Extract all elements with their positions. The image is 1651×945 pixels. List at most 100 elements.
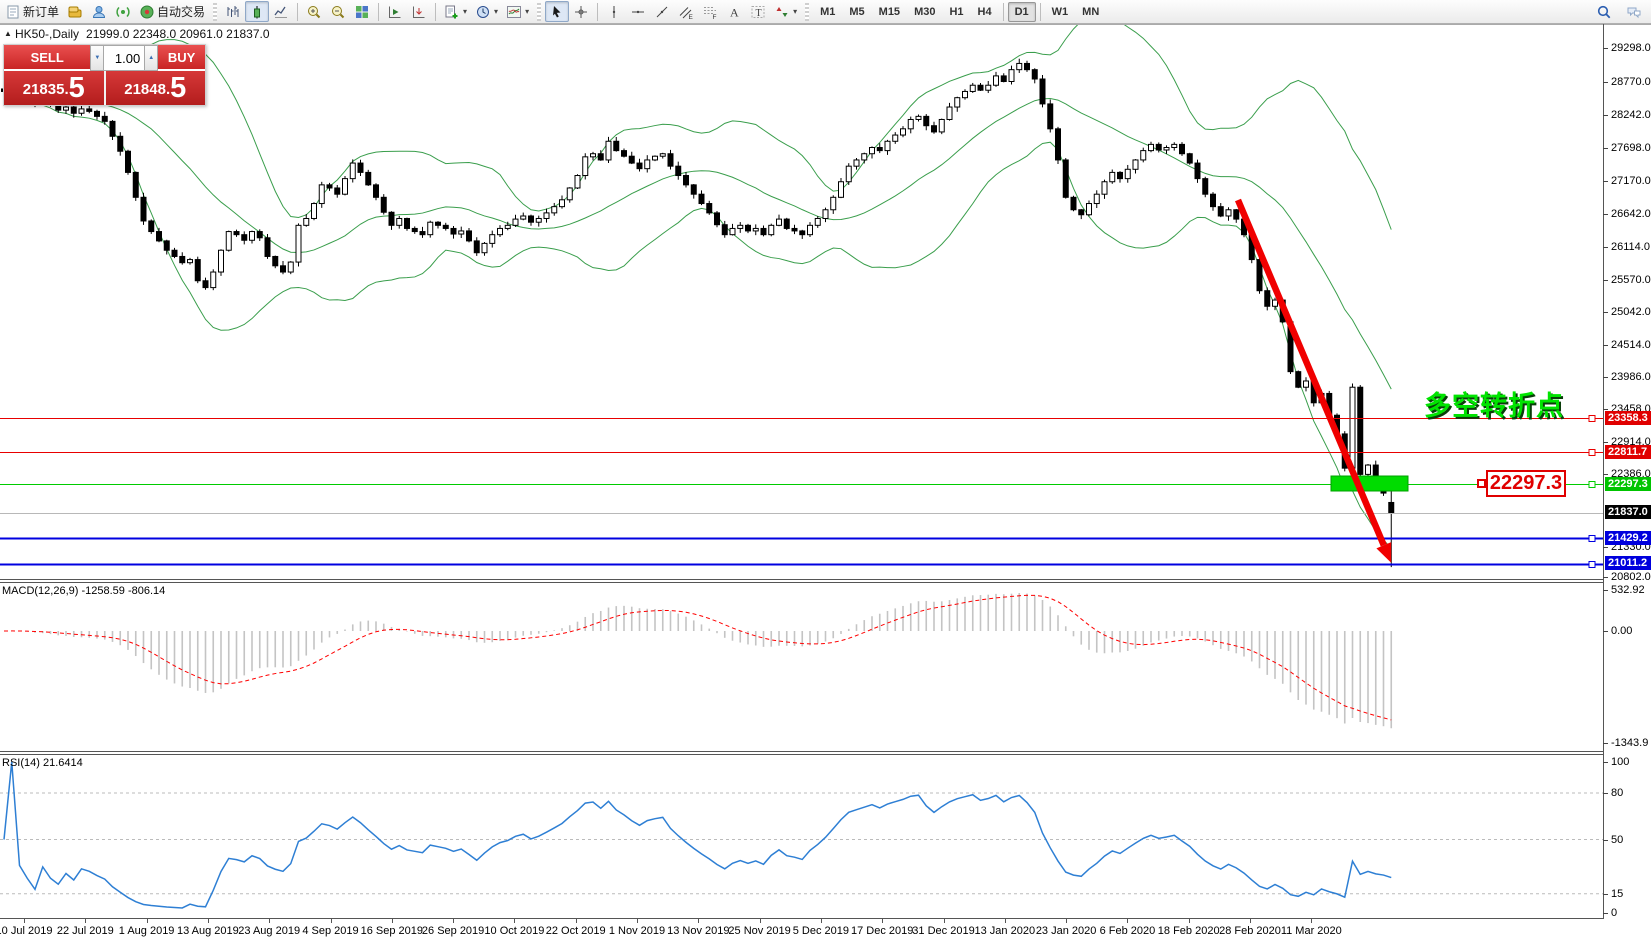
panel-collapse-icon[interactable]: ▲ [4, 29, 12, 38]
date-axis-label: 25 Nov 2019 [728, 925, 790, 937]
svg-text:T: T [756, 8, 762, 19]
equidistant-channel-button[interactable]: E [674, 1, 698, 22]
crosshair-icon [573, 4, 589, 20]
axis-tick-mark [1603, 115, 1608, 116]
timeframe-m15-button[interactable]: M15 [872, 2, 907, 22]
timeframe-w1-button[interactable]: W1 [1045, 2, 1076, 22]
pane-borders [0, 24, 1651, 919]
price-callout-label[interactable]: 22297.3 [1486, 470, 1566, 497]
auto-scroll-button[interactable] [383, 1, 407, 22]
chat-button[interactable] [1622, 1, 1646, 22]
dropdown-arrow-icon[interactable]: ▾ [793, 7, 797, 16]
horizontal-line-button[interactable] [626, 1, 650, 22]
tile-windows-button[interactable] [350, 1, 374, 22]
periods-button[interactable]: ▾ [471, 1, 502, 22]
price-axis-tick: 24514.0 [1611, 339, 1651, 351]
date-axis-tick-mark [1189, 919, 1190, 923]
chat-icon [1626, 4, 1642, 20]
timeframe-m1-button[interactable]: M1 [813, 2, 842, 22]
community-button[interactable] [87, 1, 111, 22]
chart-area[interactable] [0, 0, 1651, 945]
auto-trading-button[interactable]: 自动交易 [135, 1, 209, 22]
price-axis-tick: 28770.0 [1611, 76, 1651, 88]
price-axis-tick: 27698.0 [1611, 142, 1651, 154]
price-axis-tick: 28242.0 [1611, 109, 1651, 121]
timeframe-h4-button[interactable]: H4 [971, 2, 999, 22]
zoom-in-button[interactable] [302, 1, 326, 22]
arrows-button[interactable]: ▾ [770, 1, 801, 22]
dropdown-arrow-icon[interactable]: ▾ [525, 7, 529, 16]
wallet-icon-button[interactable] [63, 1, 87, 22]
trendline-button[interactable] [650, 1, 674, 22]
macd-axis-tick: -1343.9 [1611, 737, 1648, 749]
fibonacci-button[interactable]: F [698, 1, 722, 22]
price-axis-tick: 23986.0 [1611, 371, 1651, 383]
timeframe-m5-button[interactable]: M5 [842, 2, 871, 22]
text-button[interactable]: A [722, 1, 746, 22]
svg-text:E: E [689, 14, 694, 20]
toolbar-grip [537, 3, 541, 21]
date-axis-label: 17 Dec 2019 [851, 925, 913, 937]
price-axis-badge: 21429.2 [1605, 531, 1651, 545]
new-order-button[interactable]: 新订单 [1, 1, 63, 22]
axis-tick-mark [1603, 840, 1608, 841]
date-axis-label: 1 Nov 2019 [609, 925, 665, 937]
candlestick-chart-button[interactable] [245, 1, 269, 22]
date-axis-label: 16 Sep 2019 [361, 925, 423, 937]
toolbar-separator [378, 3, 379, 21]
vertical-line-button[interactable] [602, 1, 626, 22]
axis-tick-mark [1603, 913, 1608, 914]
dropdown-arrow-icon[interactable]: ▾ [463, 7, 467, 16]
volume-decrease-button[interactable]: ▼ [90, 45, 104, 71]
buy-button[interactable]: BUY [158, 45, 205, 71]
axis-tick-mark [1603, 280, 1608, 281]
date-axis-label: 13 Jan 2020 [975, 925, 1036, 937]
bar-chart-button[interactable] [221, 1, 245, 22]
zoomin-icon [306, 4, 322, 20]
toolbar-grip [213, 3, 217, 21]
timeframe-h1-button[interactable]: H1 [942, 2, 970, 22]
axis-tick-mark [1603, 82, 1608, 83]
timeframe-d1-button[interactable]: D1 [1008, 2, 1036, 22]
sell-price-display[interactable]: 21835.5 [4, 71, 104, 105]
signals-button[interactable] [111, 1, 135, 22]
date-axis-tick-mark [944, 919, 945, 923]
templates-button[interactable]: ▾ [502, 1, 533, 22]
line-chart-button[interactable] [269, 1, 293, 22]
sell-button[interactable]: SELL [4, 45, 90, 71]
textA-icon: A [726, 4, 742, 20]
date-axis-label: 10 Jul 2019 [0, 925, 52, 937]
dropdown-arrow-icon[interactable]: ▾ [494, 7, 498, 16]
callout-anchor-square[interactable] [1477, 479, 1486, 488]
crosshair-button[interactable] [569, 1, 593, 22]
new-chart-button[interactable]: ▾ [440, 1, 471, 22]
search-button[interactable] [1592, 1, 1616, 22]
axis-tick-mark [1603, 312, 1608, 313]
cursor-icon [549, 4, 565, 20]
rsi-axis-tick: 50 [1611, 834, 1623, 846]
date-axis[interactable]: 10 Jul 201922 Jul 20191 Aug 201913 Aug 2… [0, 919, 1603, 945]
text-label-button[interactable]: T [746, 1, 770, 22]
chart-symbol-header: HK50-,Daily21999.0 22348.0 20961.0 21837… [15, 27, 270, 41]
axis-tick-mark [1603, 48, 1608, 49]
date-axis-tick-mark [269, 919, 270, 923]
toolbar-separator [597, 3, 598, 21]
turning-point-annotation[interactable]: 多空转折点 [1424, 384, 1564, 423]
volume-input[interactable]: 1.00 [104, 45, 144, 71]
buy-price-display[interactable]: 21848.5 [106, 71, 206, 105]
axis-tick-mark [1603, 214, 1608, 215]
toolbar-separator [435, 3, 436, 21]
arrows-icon [774, 4, 790, 20]
barchart-icon [225, 4, 241, 20]
axis-tick-mark [1603, 547, 1608, 548]
cursor-button[interactable] [545, 1, 569, 22]
rsi-axis-tick: 100 [1611, 756, 1629, 768]
timeframe-mn-button[interactable]: MN [1075, 2, 1106, 22]
zoom-out-button[interactable] [326, 1, 350, 22]
autotrade-icon [139, 4, 155, 20]
chart-shift-button[interactable] [407, 1, 431, 22]
timeframe-m30-button[interactable]: M30 [907, 2, 942, 22]
rsi-indicator [0, 762, 1603, 908]
volume-increase-button[interactable]: ▲ [144, 45, 158, 71]
date-axis-tick-mark [24, 919, 25, 923]
